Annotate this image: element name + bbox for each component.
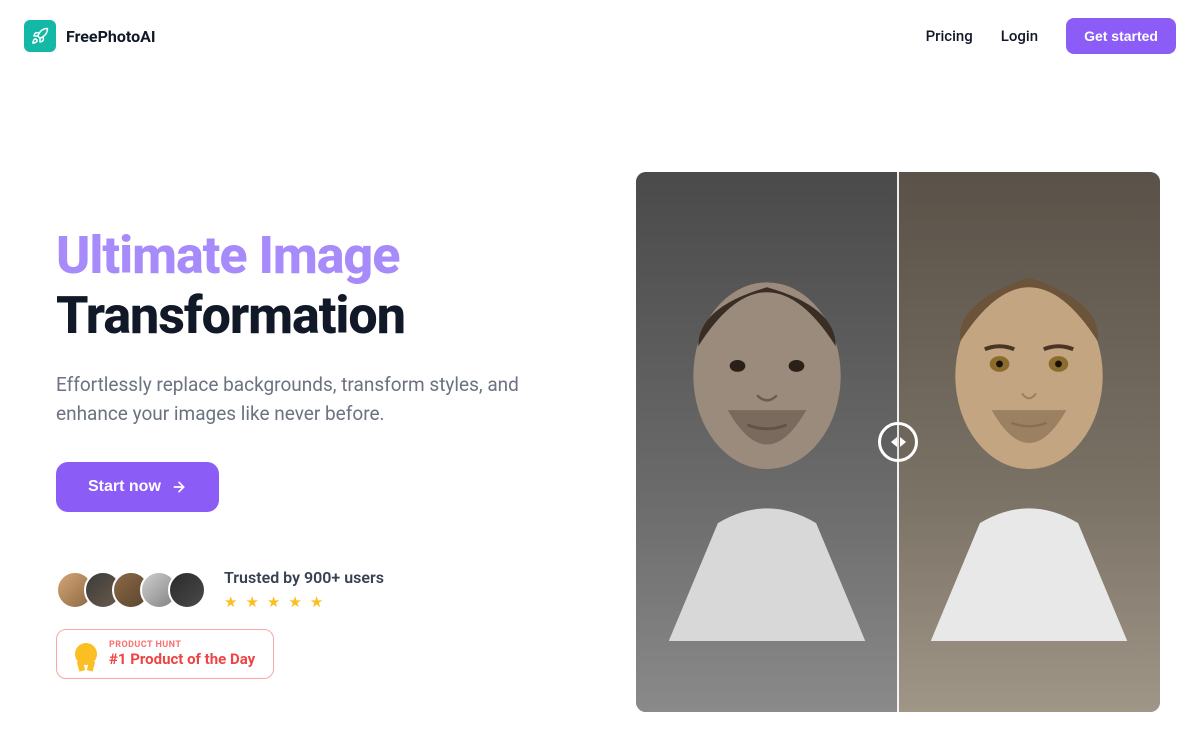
star-rating: ★ ★ ★ ★ ★ <box>224 593 384 611</box>
ph-text: PRODUCT HUNT #1 Product of the Day <box>109 640 255 668</box>
chevron-left-icon <box>891 437 897 447</box>
ph-title: #1 Product of the Day <box>109 650 255 668</box>
compare-handle[interactable] <box>878 422 918 462</box>
hero-title-line2: Transformation <box>56 285 405 346</box>
compare-image-slider[interactable] <box>636 172 1160 712</box>
face-before-icon <box>669 215 866 674</box>
face-after-icon <box>931 215 1128 674</box>
hero-title-line1: Ultimate Image <box>56 225 399 286</box>
hero-subtitle: Effortlessly replace backgrounds, transf… <box>56 370 576 429</box>
proof-text: Trusted by 900+ users ★ ★ ★ ★ ★ <box>224 568 384 611</box>
avatar-stack <box>56 571 206 609</box>
logo[interactable]: FreePhotoAI <box>24 20 156 52</box>
chevron-right-icon <box>900 437 906 447</box>
compare-before <box>636 172 898 712</box>
star-icon: ★ <box>245 593 258 611</box>
compare-after <box>898 172 1160 712</box>
avatar <box>168 571 206 609</box>
social-proof: Trusted by 900+ users ★ ★ ★ ★ ★ <box>56 568 596 611</box>
start-now-button[interactable]: Start now <box>56 462 219 512</box>
brand-name: FreePhotoAI <box>66 27 156 46</box>
nav-login[interactable]: Login <box>1001 27 1038 45</box>
get-started-button[interactable]: Get started <box>1066 18 1176 54</box>
star-icon: ★ <box>267 593 280 611</box>
trusted-text: Trusted by 900+ users <box>224 568 384 587</box>
header: FreePhotoAI Pricing Login Get started <box>0 0 1200 72</box>
arrow-right-icon <box>171 479 187 495</box>
rocket-icon <box>24 20 56 52</box>
ph-label: PRODUCT HUNT <box>109 640 255 650</box>
start-now-label: Start now <box>88 478 161 496</box>
star-icon: ★ <box>224 593 237 611</box>
main-nav: Pricing Login Get started <box>926 18 1176 54</box>
hero-content: Ultimate Image Transformation Effortless… <box>56 172 596 712</box>
star-icon: ★ <box>288 593 301 611</box>
medal-icon <box>75 643 97 665</box>
star-icon: ★ <box>310 593 323 611</box>
nav-pricing[interactable]: Pricing <box>926 27 973 45</box>
product-hunt-badge[interactable]: PRODUCT HUNT #1 Product of the Day <box>56 629 274 679</box>
hero-title: Ultimate Image Transformation <box>56 226 596 346</box>
hero-section: Ultimate Image Transformation Effortless… <box>0 72 1200 712</box>
